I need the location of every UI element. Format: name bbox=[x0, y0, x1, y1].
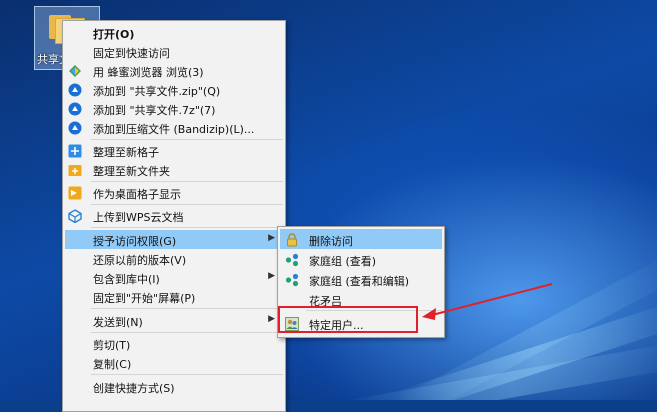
menu-item-pin-quick-access[interactable]: 固定到快速访问 bbox=[65, 42, 283, 61]
menu-item-open[interactable]: 打开(O) bbox=[65, 23, 283, 42]
menu-separator bbox=[91, 181, 283, 182]
bandizip-icon bbox=[67, 82, 82, 97]
menu-item-grant-access[interactable]: 授予访问权限(G) ▶ bbox=[65, 230, 283, 249]
honey-browser-icon bbox=[67, 63, 82, 78]
menu-item-add-zip[interactable]: 添加到 "共享文件.zip"(Q) bbox=[65, 80, 283, 99]
menu-item-create-shortcut[interactable]: 创建快捷方式(S) bbox=[65, 377, 283, 396]
menu-item-include-library[interactable]: 包含到库中(I) ▶ bbox=[65, 268, 283, 287]
menu-separator bbox=[91, 308, 283, 309]
menu-item-desktop-grid[interactable]: 作为桌面格子显示 bbox=[65, 183, 283, 202]
submenu-item-homegroup-view[interactable]: 家庭组 (查看) bbox=[280, 249, 442, 269]
menu-item-cut[interactable]: 剪切(T) bbox=[65, 334, 283, 353]
bandizip-icon bbox=[67, 101, 82, 116]
wps-cloud-icon bbox=[67, 208, 82, 223]
menu-item-restore-versions[interactable]: 还原以前的版本(V) bbox=[65, 249, 283, 268]
submenu-item-homegroup-edit[interactable]: 家庭组 (查看和编辑) bbox=[280, 269, 442, 289]
menu-item-copy[interactable]: 复制(C) bbox=[65, 353, 283, 372]
menu-item-wps-upload[interactable]: 上传到WPS云文档 bbox=[65, 206, 283, 225]
menu-item-send-to[interactable]: 发送到(N) ▶ bbox=[65, 311, 283, 330]
chevron-right-icon: ▶ bbox=[268, 233, 275, 243]
fences-add-icon bbox=[67, 143, 82, 158]
lock-icon bbox=[284, 232, 299, 247]
menu-separator bbox=[91, 374, 283, 375]
homegroup-icon bbox=[284, 272, 299, 287]
menu-separator bbox=[91, 204, 283, 205]
homegroup-icon bbox=[284, 252, 299, 267]
menu-separator bbox=[91, 332, 283, 333]
desktop-grid-icon bbox=[67, 185, 82, 200]
menu-item-new-folder[interactable]: 整理至新文件夹 bbox=[65, 160, 283, 179]
menu-item-add-archive[interactable]: 添加到压缩文件 (Bandizip)(L)... bbox=[65, 118, 283, 137]
menu-item-add-7z[interactable]: 添加到 "共享文件.7z"(7) bbox=[65, 99, 283, 118]
context-menu: 打开(O) 固定到快速访问 用 蜂蜜浏览器 浏览(3) 添加到 "共享文件.zi… bbox=[62, 20, 286, 412]
highlight-box bbox=[278, 306, 418, 333]
menu-item-pin-start[interactable]: 固定到"开始"屏幕(P) bbox=[65, 287, 283, 306]
menu-item-new-fence[interactable]: 整理至新格子 bbox=[65, 141, 283, 160]
bandizip-icon bbox=[67, 120, 82, 135]
folder-add-icon bbox=[67, 162, 82, 177]
menu-separator bbox=[91, 139, 283, 140]
submenu-item-remove-access[interactable]: 删除访问 bbox=[280, 229, 442, 249]
chevron-right-icon: ▶ bbox=[268, 314, 275, 324]
menu-separator bbox=[91, 227, 283, 228]
menu-item-honey-browser[interactable]: 用 蜂蜜浏览器 浏览(3) bbox=[65, 61, 283, 80]
chevron-right-icon: ▶ bbox=[268, 271, 275, 281]
